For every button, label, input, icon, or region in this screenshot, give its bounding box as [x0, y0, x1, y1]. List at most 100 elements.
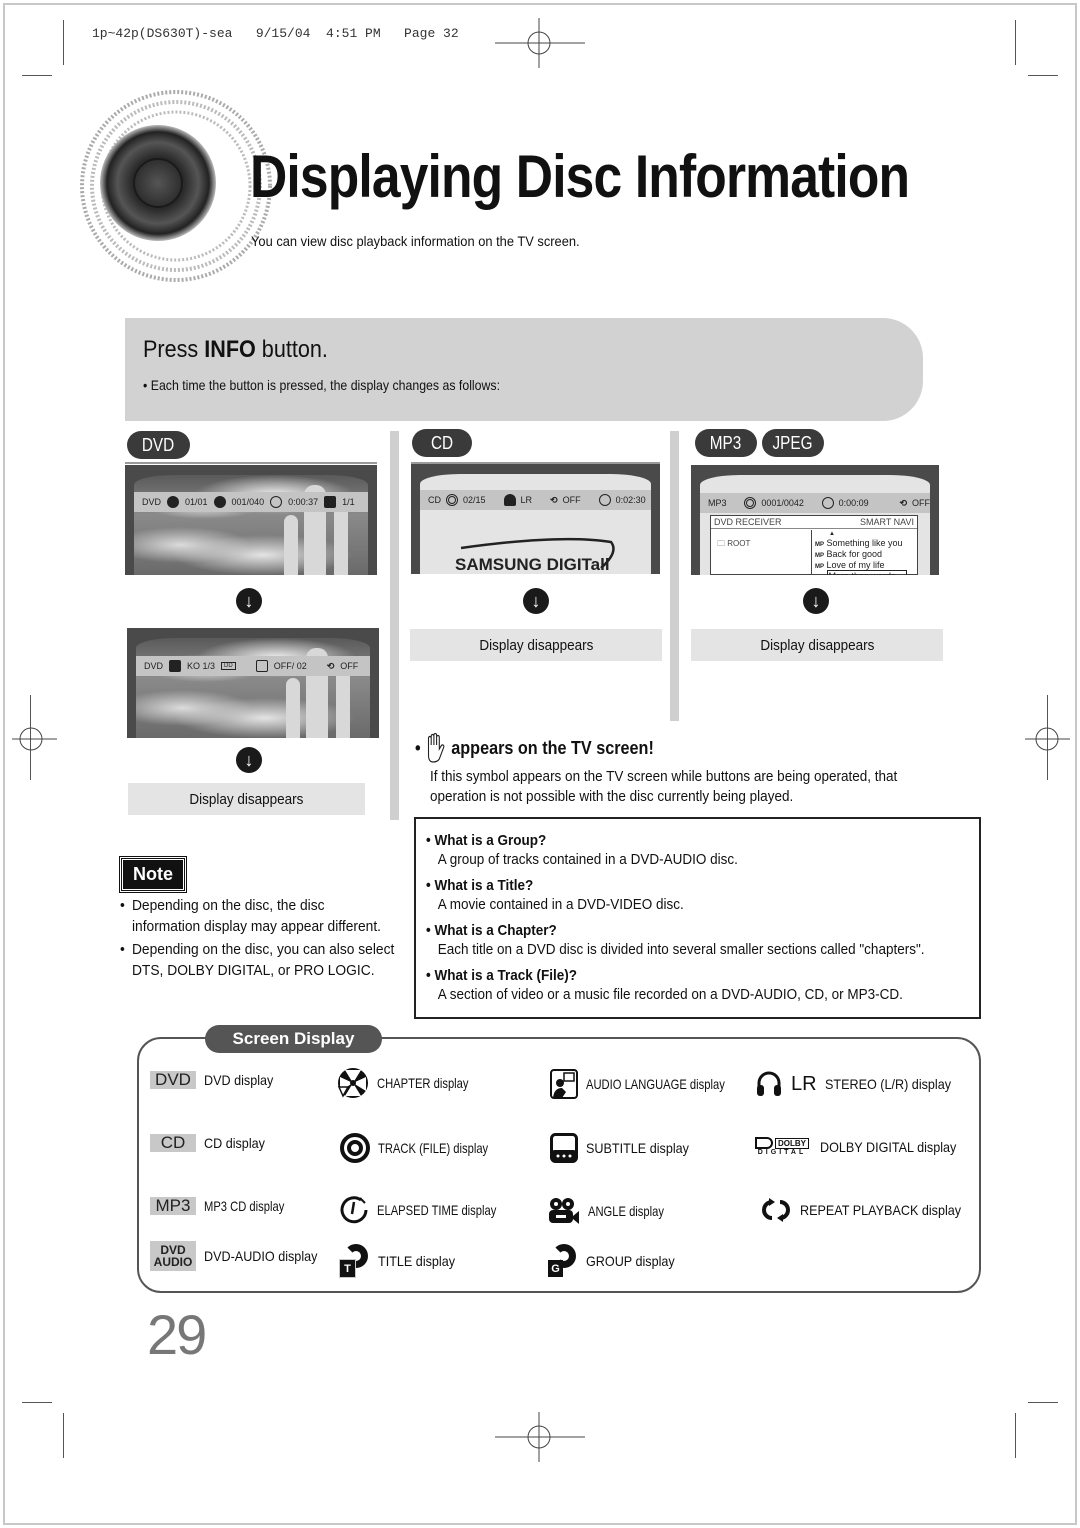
faq-question: • What is a Track (File)? — [426, 967, 578, 984]
instruction-panel — [125, 318, 923, 421]
faq-answer: A section of video or a music file recor… — [437, 986, 903, 1003]
page-number: 29 — [147, 1303, 207, 1366]
tv-screen-dvd-2: DVD KO 1/3 DD OFF/ 02 ⟲ OFF — [127, 628, 379, 738]
note-badge: Note — [119, 856, 187, 893]
legend-audio-language: AUDIO LANGUAGE display — [550, 1068, 760, 1100]
crop-mark — [1028, 1402, 1058, 1403]
crop-mark — [1015, 20, 1016, 65]
hand-icon — [428, 733, 445, 763]
legend-title: T TITLE display — [339, 1244, 464, 1278]
title-icon: T — [339, 1244, 370, 1278]
crop-mark — [22, 75, 52, 76]
legend-dolby-digital: DOLBY DIGITAL DOLBY DIGITAL display — [752, 1137, 971, 1156]
speaker-icon — [80, 90, 272, 282]
divider — [125, 462, 377, 464]
osd-bar: DVD KO 1/3 DD OFF/ 02 ⟲ OFF — [136, 656, 370, 676]
track-icon — [340, 1133, 370, 1163]
folder-root[interactable]: 🗀 ROOT — [717, 538, 750, 552]
legend-dvd-audio: DVD AUDIO DVD-AUDIO display — [150, 1241, 330, 1271]
registration-mark-icon — [495, 18, 585, 68]
faq-question: • What is a Chapter? — [426, 922, 557, 939]
cd-tag: CD — [150, 1133, 196, 1152]
legend-mp3: MP3 MP3 CD display — [150, 1196, 304, 1215]
svg-text:SAMSUNG DIGITall: SAMSUNG DIGITall — [455, 555, 610, 572]
faq-item-title: • What is a Title? A movie contained in … — [426, 876, 975, 915]
title-icon — [167, 496, 180, 508]
legend-stereo: LR STEREO (L/R) display — [755, 1070, 965, 1098]
display-disappears-dvd: Display disappears — [128, 783, 365, 815]
crop-mark — [63, 20, 64, 65]
legend-cd: CD CD display — [150, 1133, 272, 1152]
display-disappears-mp3: Display disappears — [691, 629, 943, 661]
registration-mark-icon — [12, 727, 57, 751]
dolby-digital-icon: DD — [221, 662, 236, 670]
page-title: Displaying Disc Information — [250, 143, 910, 210]
jpeg-tag: JPEG — [762, 429, 824, 457]
step-bullet: • Each time the button is pressed, the d… — [143, 377, 501, 393]
smart-navi-browser: DVD RECEIVER SMART NAVI 🗀 ROOT ▲ MP Some… — [710, 515, 918, 575]
faq-answer: Each title on a DVD disc is divided into… — [437, 941, 925, 958]
dvd-audio-tag: DVD AUDIO — [150, 1241, 196, 1271]
legend-chapter: CHAPTER display — [337, 1067, 491, 1099]
mp3-tag: MP3 — [150, 1196, 196, 1215]
crop-mark — [22, 1402, 52, 1403]
legend-track: TRACK (FILE) display — [340, 1133, 516, 1163]
legend-repeat: REPEAT PLAYBACK display — [760, 1196, 979, 1224]
crop-mark — [63, 1413, 64, 1458]
repeat-icon: ⟲ — [550, 494, 558, 505]
elapsed-time-icon — [598, 494, 611, 506]
file-item-selected[interactable]: MP More than words — [815, 570, 907, 575]
audio-language-icon — [550, 1069, 578, 1099]
legend-group: G GROUP display — [548, 1244, 685, 1278]
elapsed-time-icon — [340, 1196, 368, 1224]
screen-display-heading: Screen Display — [205, 1025, 382, 1053]
faq-item-chapter: • What is a Chapter? Each title on a DVD… — [426, 921, 975, 960]
repeat-icon: ⟲ — [326, 660, 335, 671]
track-icon — [744, 497, 757, 509]
down-arrow-icon: ↓ — [523, 588, 549, 614]
crop-mark — [1028, 75, 1058, 76]
subtitle-icon — [255, 660, 268, 672]
registration-mark-icon — [1025, 727, 1070, 751]
osd-bar: MP3 0001/0042 0:00:09 ⟲ OFF — [700, 493, 930, 513]
angle-icon — [549, 1198, 579, 1224]
faq-answer: A movie contained in a DVD-VIDEO disc. — [437, 896, 684, 913]
samsung-logo: SAMSUNG DIGITall — [455, 537, 615, 572]
faq-question: • What is a Title? — [426, 877, 534, 894]
browser-header-left: DVD RECEIVER — [714, 517, 782, 527]
elapsed-time-icon — [270, 496, 283, 508]
tv-screen-mp3: MP3 0001/0042 0:00:09 ⟲ OFF DVD RECEIVER SMA… — [691, 465, 939, 575]
down-arrow-icon: ↓ — [803, 588, 829, 614]
display-disappears-cd: Display disappears — [410, 629, 662, 661]
faq-question: • What is a Group? — [426, 832, 547, 849]
headphones-icon — [503, 494, 516, 506]
file-list: ▲ MP Something like you MP Back for good… — [815, 530, 907, 575]
cd-tag: CD — [412, 429, 472, 457]
down-arrow-icon: ↓ — [236, 588, 262, 614]
mp3-tag: MP3 — [695, 429, 757, 457]
faq-answer: A group of tracks contained in a DVD-AUD… — [437, 851, 738, 868]
chapter-icon — [337, 1068, 368, 1098]
angle-icon — [324, 496, 337, 508]
elapsed-time-icon — [821, 497, 834, 509]
repeat-icon — [762, 1198, 790, 1222]
stereo-headphones-icon — [757, 1071, 781, 1096]
chapter-icon — [213, 496, 226, 508]
subtitle-icon — [550, 1133, 578, 1163]
note-item: Depending on the disc, the disc informat… — [120, 895, 396, 937]
dolby-digital-icon: DOLBY DIGITAL — [752, 1137, 812, 1156]
legend-angle: ANGLE display — [548, 1196, 683, 1226]
faq-item-group: • What is a Group? A group of tracks con… — [426, 831, 975, 870]
hand-notice-body: If this symbol appears on the TV screen … — [430, 768, 898, 805]
dvd-tag: DVD — [127, 431, 190, 459]
repeat-icon: ⟲ — [899, 497, 907, 508]
tv-screen-cd: CD 02/15 LR ⟲ OFF 0:02:30 SAMSUNG DIGITall — [411, 464, 660, 574]
step-instruction: Press INFO button. — [143, 336, 328, 363]
registration-mark-icon — [495, 1412, 585, 1462]
crop-mark — [1015, 1413, 1016, 1458]
dvd-tag: DVD — [150, 1070, 196, 1089]
legend-elapsed-time: ELAPSED TIME display — [339, 1195, 526, 1225]
osd-bar: DVD 01/01 001/040 0:00:37 1/1 — [134, 492, 368, 512]
down-arrow-icon: ↓ — [236, 747, 262, 773]
osd-bar: CD 02/15 LR ⟲ OFF 0:02:30 — [420, 490, 651, 510]
